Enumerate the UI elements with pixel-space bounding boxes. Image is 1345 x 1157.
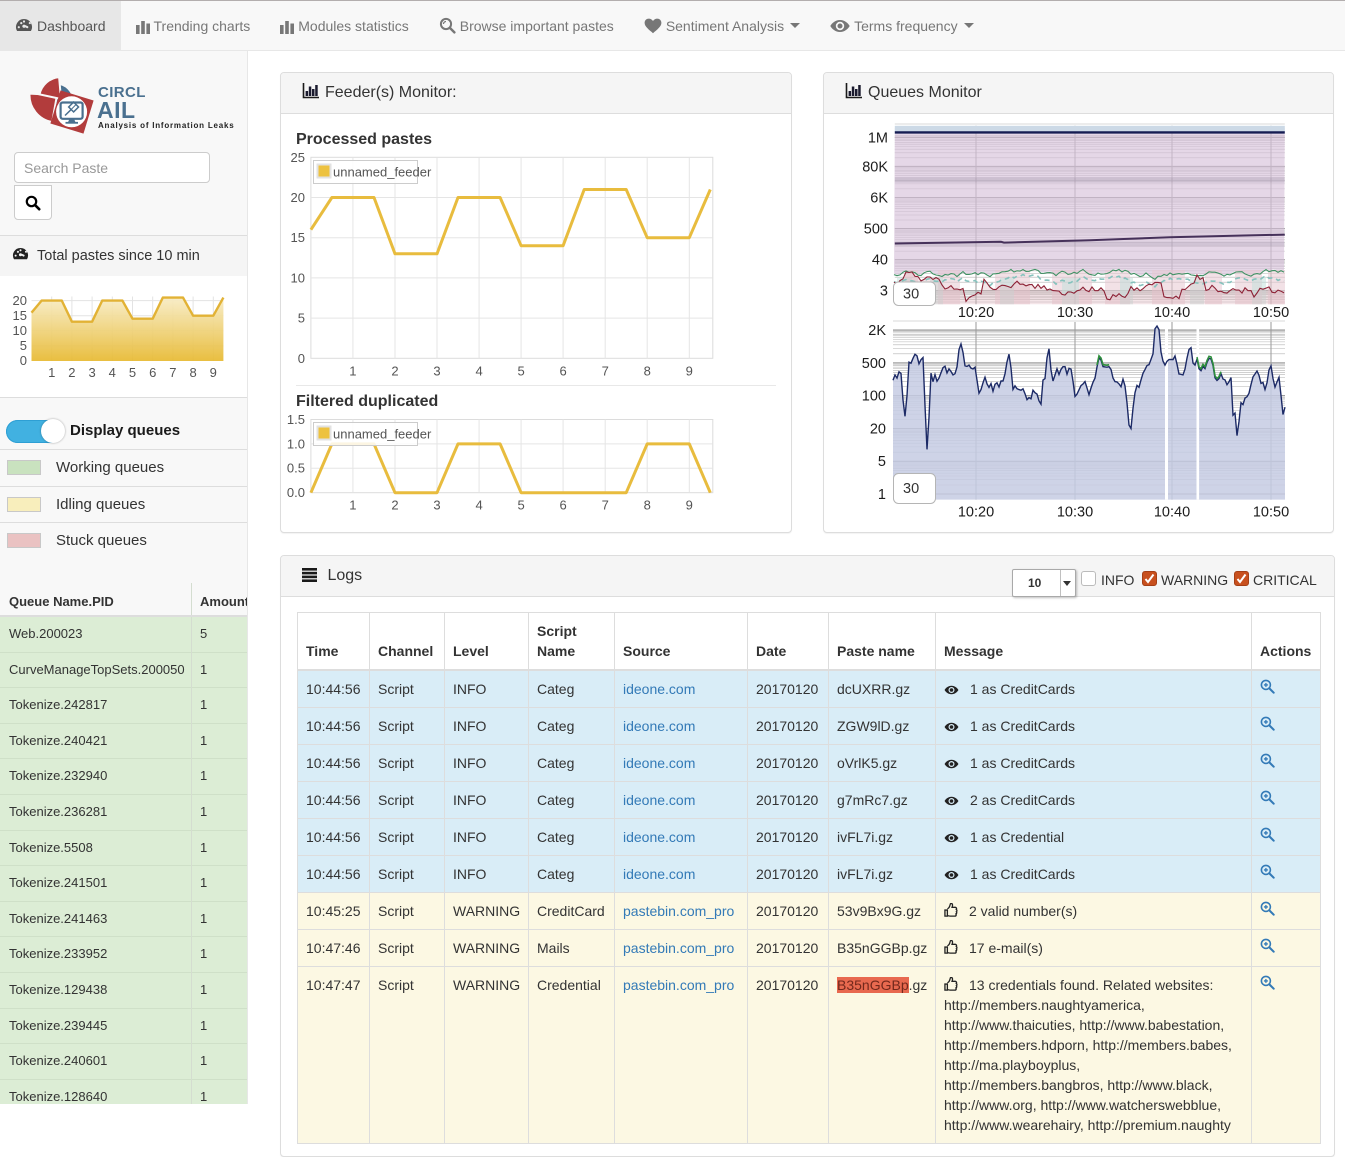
svg-text:20: 20 <box>13 293 27 308</box>
svg-text:4: 4 <box>475 364 482 379</box>
svg-text:7: 7 <box>602 364 609 379</box>
svg-text:5: 5 <box>517 364 524 379</box>
svg-text:unnamed_feeder: unnamed_feeder <box>333 165 432 180</box>
svg-text:5: 5 <box>20 338 27 353</box>
svg-text:10:40: 10:40 <box>1154 505 1190 521</box>
svg-text:15: 15 <box>291 230 305 245</box>
svg-text:100: 100 <box>862 389 886 405</box>
svg-text:2K: 2K <box>868 323 886 339</box>
svg-text:25: 25 <box>291 150 305 165</box>
svg-text:4: 4 <box>475 498 482 513</box>
svg-text:2: 2 <box>391 498 398 513</box>
svg-text:5: 5 <box>878 454 886 470</box>
svg-text:30: 30 <box>903 287 919 303</box>
svg-text:2: 2 <box>68 365 75 380</box>
svg-text:6: 6 <box>149 365 156 380</box>
svg-text:1.5: 1.5 <box>287 412 305 427</box>
svg-text:10: 10 <box>13 323 27 338</box>
svg-text:5: 5 <box>129 365 136 380</box>
svg-text:10:20: 10:20 <box>958 505 994 521</box>
svg-text:5: 5 <box>298 311 305 326</box>
svg-text:1M: 1M <box>868 131 888 147</box>
svg-text:9: 9 <box>686 498 693 513</box>
svg-text:2: 2 <box>391 364 398 379</box>
svg-text:4: 4 <box>109 365 116 380</box>
svg-text:1.0: 1.0 <box>287 436 305 451</box>
svg-text:0: 0 <box>298 351 305 366</box>
svg-text:1: 1 <box>878 487 886 503</box>
svg-text:20: 20 <box>291 190 305 205</box>
svg-text:5: 5 <box>517 498 524 513</box>
svg-text:9: 9 <box>210 365 217 380</box>
svg-text:7: 7 <box>169 365 176 380</box>
svg-text:40: 40 <box>872 253 888 269</box>
svg-text:unnamed_feeder: unnamed_feeder <box>333 427 432 442</box>
svg-text:6: 6 <box>559 498 566 513</box>
svg-text:500: 500 <box>862 356 886 372</box>
svg-text:80K: 80K <box>862 159 888 175</box>
svg-text:3: 3 <box>880 284 888 300</box>
svg-text:7: 7 <box>602 498 609 513</box>
svg-text:0: 0 <box>20 353 27 368</box>
svg-text:15: 15 <box>13 308 27 323</box>
svg-text:3: 3 <box>88 365 95 380</box>
svg-text:8: 8 <box>644 498 651 513</box>
svg-text:1: 1 <box>48 365 55 380</box>
svg-text:0.0: 0.0 <box>287 485 305 500</box>
svg-text:10:30: 10:30 <box>1057 505 1093 521</box>
svg-text:6K: 6K <box>870 190 888 206</box>
svg-text:1: 1 <box>349 364 356 379</box>
svg-text:3: 3 <box>433 498 440 513</box>
svg-text:0.5: 0.5 <box>287 461 305 476</box>
svg-text:30: 30 <box>903 481 919 497</box>
svg-text:500: 500 <box>864 222 888 238</box>
svg-text:8: 8 <box>189 365 196 380</box>
svg-text:10:50: 10:50 <box>1253 505 1289 521</box>
svg-text:10: 10 <box>291 270 305 285</box>
svg-text:3: 3 <box>433 364 440 379</box>
svg-text:8: 8 <box>644 364 651 379</box>
svg-text:20: 20 <box>870 421 886 437</box>
svg-text:6: 6 <box>559 364 566 379</box>
svg-text:9: 9 <box>686 364 693 379</box>
svg-text:1: 1 <box>349 498 356 513</box>
